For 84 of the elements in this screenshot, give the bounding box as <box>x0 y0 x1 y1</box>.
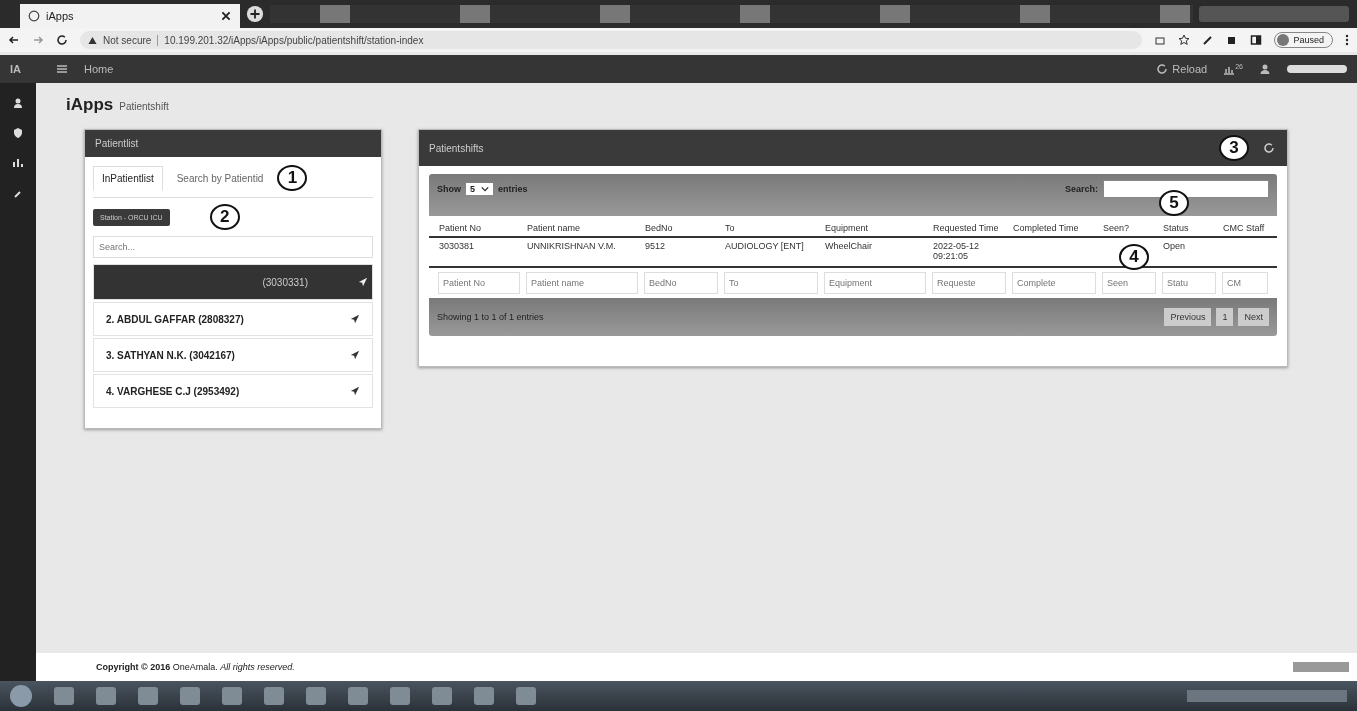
annotation-mark: 1 <box>277 165 308 191</box>
column-filter-field[interactable]: CM <box>1222 272 1268 294</box>
chart-icon[interactable] <box>12 157 24 169</box>
chevron-down-icon[interactable] <box>481 186 489 192</box>
column-header[interactable]: Seen? <box>1099 220 1159 236</box>
page-title: iApps <box>66 95 114 115</box>
table-cell: WheelChair <box>825 241 873 251</box>
send-icon[interactable] <box>350 350 360 360</box>
annotation-mark: 2 <box>209 204 240 230</box>
reload-link[interactable]: Reload <box>1156 63 1208 75</box>
new-tab-icon[interactable] <box>246 5 264 23</box>
column-filter-field[interactable]: Patient name <box>526 272 638 294</box>
tab-title: iApps <box>46 10 74 22</box>
show-label: Show <box>437 184 461 194</box>
column-header[interactable]: Requested Time <box>929 220 1009 236</box>
column-filter-field[interactable]: To <box>724 272 818 294</box>
send-icon[interactable] <box>350 386 360 396</box>
table-search-field[interactable] <box>1103 180 1269 198</box>
sidepanel-icon[interactable] <box>1250 34 1263 46</box>
column-header[interactable]: BedNo <box>641 220 721 236</box>
patient-list-item[interactable]: (3030331) <box>93 264 373 300</box>
table-cell: 9512 <box>645 241 666 251</box>
refresh-icon[interactable] <box>1263 142 1275 154</box>
app-logo[interactable]: IA <box>10 63 40 75</box>
browser-tab[interactable]: iApps <box>20 4 240 28</box>
tab[interactable]: Search by Patientid <box>168 166 272 190</box>
column-filter-field[interactable]: Equipment <box>824 272 926 294</box>
patient-list-item[interactable]: 4. VARGHESE C.J (2953492) <box>93 374 373 408</box>
warning-icon <box>88 35 97 45</box>
page-size-select[interactable]: 5 <box>466 183 493 195</box>
close-icon[interactable] <box>220 10 232 22</box>
column-filter-field[interactable]: Seen <box>1102 272 1156 294</box>
url-text: 10.199.201.32/iApps/iApps/public/patientshift/station-index <box>164 34 424 46</box>
pagination-button[interactable]: Previous <box>1164 308 1212 326</box>
column-header[interactable]: Equipment <box>821 220 929 236</box>
footer-badge <box>1293 662 1349 672</box>
page-icon <box>28 10 40 22</box>
entries-label: entries <box>498 184 528 194</box>
start-button[interactable] <box>10 685 32 707</box>
panel-header: Patientlist <box>85 130 381 157</box>
table-cell: UNNIKRISHNAN V.M. <box>527 241 616 251</box>
home-link[interactable]: Home <box>84 63 114 75</box>
column-filter-field[interactable]: Patient No <box>438 272 520 294</box>
send-icon[interactable] <box>350 314 360 324</box>
panel-header: Patientshifts <box>429 142 484 154</box>
search-field[interactable]: Search... <box>93 236 373 258</box>
search-label: Search: <box>1064 184 1098 194</box>
column-filter-field[interactable]: Statu <box>1162 272 1216 294</box>
back-icon[interactable] <box>8 34 20 46</box>
reload-icon[interactable] <box>56 34 68 46</box>
column-filter-field[interactable]: Complete <box>1012 272 1096 294</box>
table-cell: AUDIOLOGY [ENT] <box>725 241 804 251</box>
column-filter-field[interactable]: BedNo <box>644 272 718 294</box>
column-header[interactable]: Patient No <box>435 220 523 236</box>
table-cell: 2022-05-12 09:21:05 <box>933 241 980 261</box>
patient-list-item[interactable]: 2. ABDUL GAFFAR (2808327) <box>93 302 373 336</box>
copyright-text: Copyright © 2016 OneAmala. All rights reserved. <box>96 662 295 672</box>
forward-icon[interactable] <box>32 34 44 46</box>
star-icon[interactable] <box>1178 34 1191 46</box>
menu-icon[interactable] <box>1345 34 1349 46</box>
security-label: Not secure <box>103 34 159 46</box>
patient-list-item[interactable]: 3. SATHYAN N.K. (3042167) <box>93 338 373 372</box>
column-header[interactable]: CMC Staff <box>1219 220 1271 236</box>
annotation-mark: 4 <box>1119 244 1149 270</box>
table-cell: Open <box>1163 241 1186 251</box>
annotation-mark: 3 <box>1219 135 1249 161</box>
redacted-username <box>1287 65 1347 73</box>
column-header[interactable]: To <box>721 220 821 236</box>
column-header[interactable]: Patient name <box>523 220 641 236</box>
page-subtitle: Patientshift <box>119 101 169 112</box>
user-icon[interactable] <box>1259 63 1271 75</box>
pagination-button[interactable]: Next <box>1238 308 1269 326</box>
shield-icon[interactable] <box>12 127 24 139</box>
address-field[interactable]: Not secure 10.199.201.32/iApps/iApps/public/patientshift/station-index <box>80 31 1143 49</box>
send-icon[interactable] <box>358 277 368 287</box>
column-header[interactable]: Completed Time <box>1009 220 1099 236</box>
refresh-icon[interactable] <box>1156 63 1169 75</box>
column-filter-field[interactable]: Requeste <box>932 272 1006 294</box>
entries-info: Showing 1 to 1 of 1 entries <box>437 312 544 322</box>
tab[interactable]: InPatientlist <box>93 165 163 191</box>
table-cell: 3030381 <box>439 241 475 251</box>
column-header[interactable]: Status <box>1159 220 1219 236</box>
person-icon[interactable] <box>12 97 24 109</box>
pagination-button[interactable]: 1 <box>1216 308 1234 326</box>
